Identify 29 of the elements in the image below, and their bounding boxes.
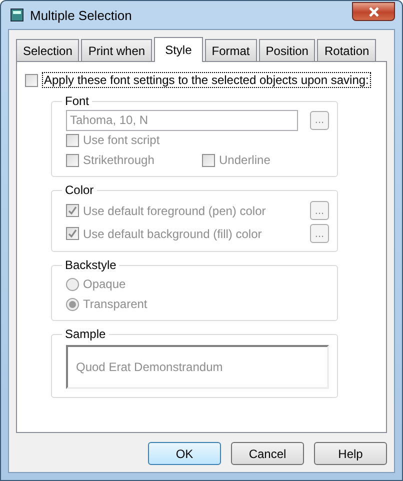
checkbox-label: Apply these font settings to the selected objects upon saving: <box>42 72 371 88</box>
tab[interactable]: Position <box>258 39 316 61</box>
checkbox-label: Use default foreground (pen) color <box>83 204 267 218</box>
tab[interactable]: Rotation <box>317 39 376 61</box>
group-title: Font <box>64 94 90 108</box>
group-title: Color <box>64 183 95 197</box>
checkbox-label: Use default background (fill) color <box>83 226 263 240</box>
close-icon <box>368 6 380 16</box>
sample-text: Quod Erat Demonstrandum <box>76 360 223 374</box>
close-button[interactable] <box>352 2 395 21</box>
dialog-button[interactable]: Help <box>314 442 387 465</box>
window-title: Multiple Selection <box>30 8 133 22</box>
tab[interactable]: Style <box>154 37 203 62</box>
radio-label: Opaque <box>83 277 126 291</box>
checkbox-label: Use font script <box>83 133 160 147</box>
dialog-button[interactable]: OK <box>148 442 221 465</box>
group-title: Sample <box>64 327 107 341</box>
checkbox-label: Underline <box>219 153 270 167</box>
dialog-button[interactable]: Cancel <box>231 442 304 465</box>
radio-label: Transparent <box>83 297 148 311</box>
window-icon <box>10 8 24 22</box>
checkbox-label: Strikethrough <box>83 153 154 167</box>
tab[interactable]: Print when <box>81 39 152 61</box>
checkmark-icon <box>68 206 77 215</box>
tab[interactable]: Format <box>204 39 257 61</box>
checkbox[interactable] <box>25 74 38 86</box>
tab[interactable]: Selection <box>16 39 80 61</box>
group-title: Backstyle <box>64 258 118 272</box>
checkmark-icon <box>68 229 77 238</box>
